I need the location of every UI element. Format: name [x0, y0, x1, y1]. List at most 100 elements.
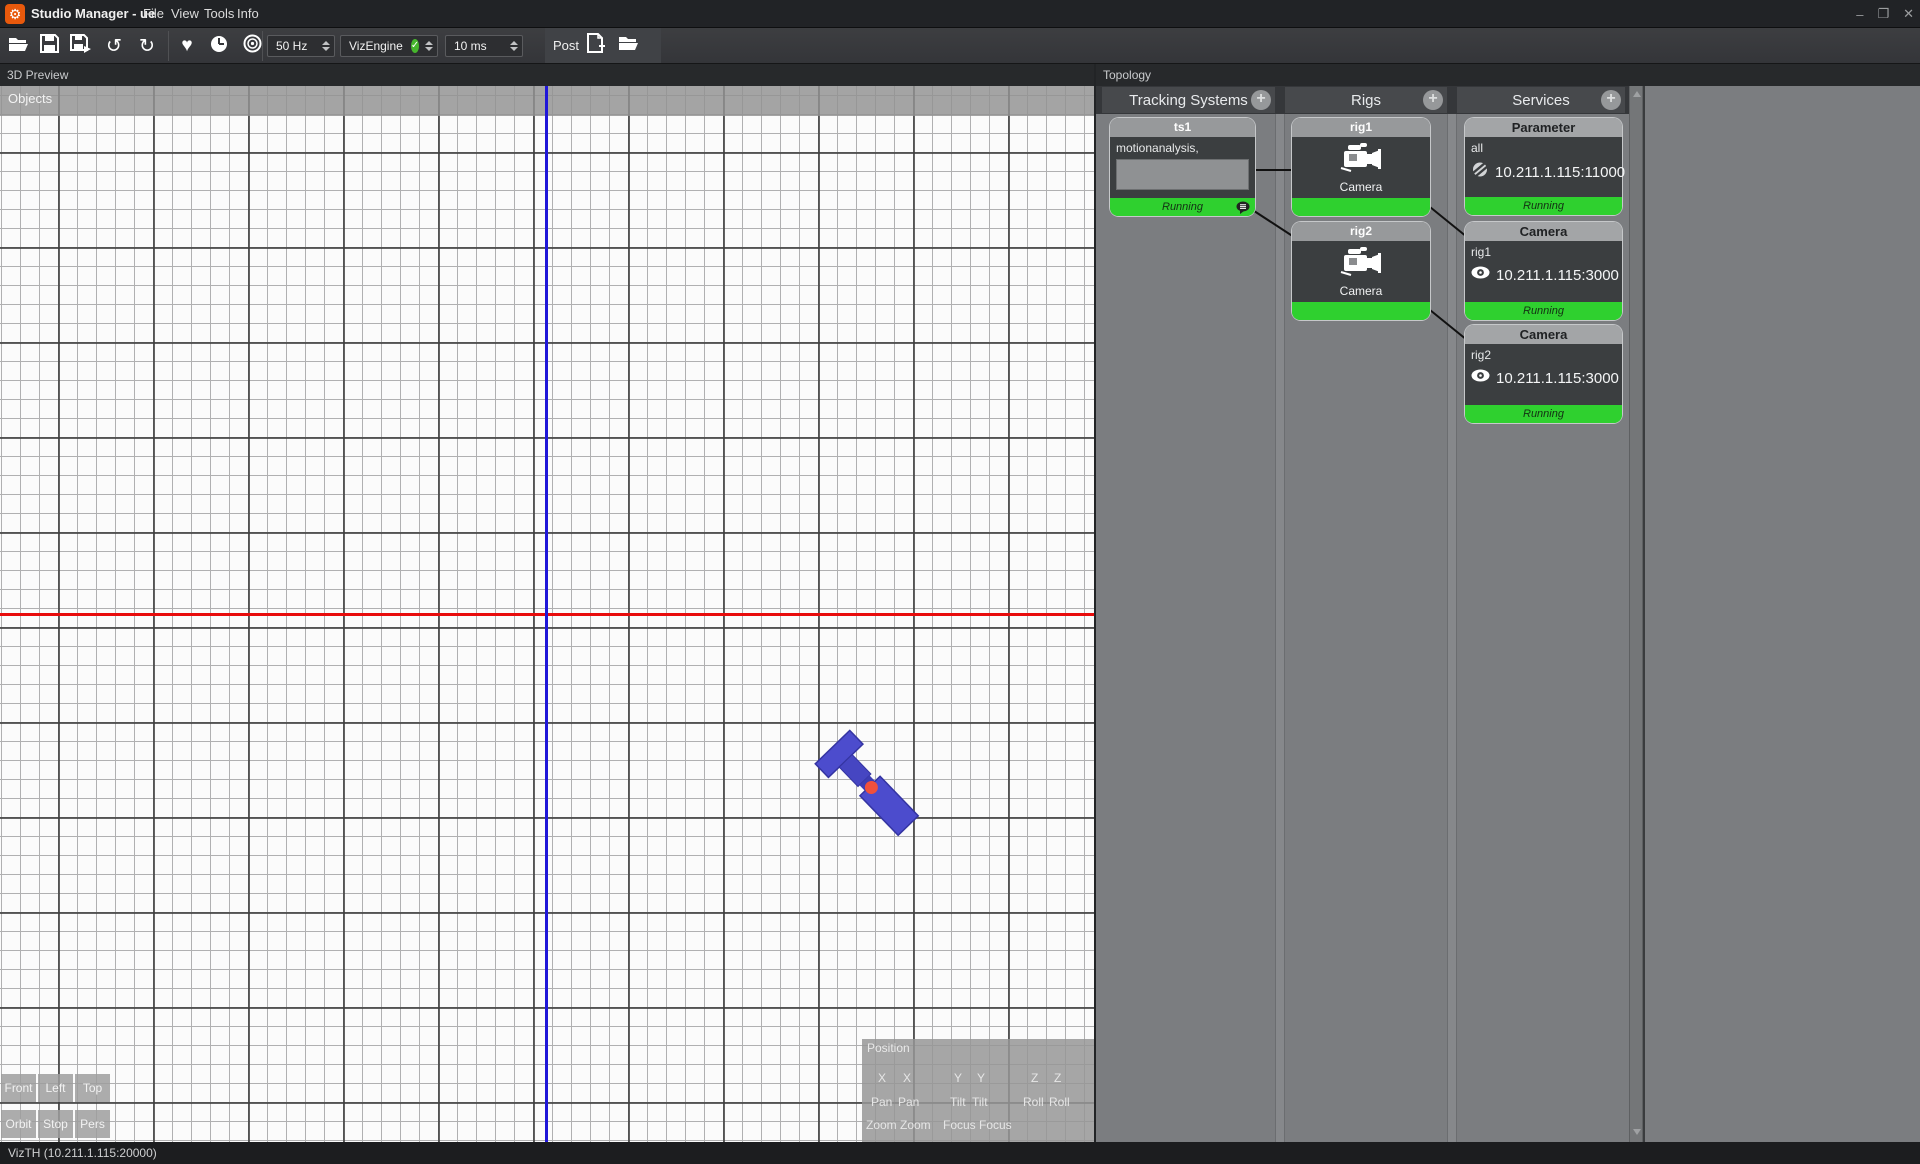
add-tracking-system-button[interactable]: +	[1251, 90, 1271, 110]
target-icon	[243, 34, 262, 58]
view-top-button[interactable]: Top	[75, 1074, 110, 1102]
new-document-icon	[587, 33, 605, 58]
view-pers-button[interactable]: Pers	[75, 1110, 110, 1138]
tilt-control[interactable]: Tilt	[972, 1095, 988, 1109]
menu-info[interactable]: Info	[231, 0, 265, 28]
rig-card-rig1[interactable]: rig1 Camera	[1292, 118, 1430, 216]
new-post-button[interactable]	[583, 31, 609, 59]
video-camera-icon	[1337, 142, 1385, 179]
status-bar-running: Running	[1465, 405, 1622, 423]
spinner-icon[interactable]	[425, 41, 433, 51]
engine-value: VizEngine	[349, 39, 403, 53]
open-project-button[interactable]	[5, 32, 31, 60]
tracking-config-field[interactable]	[1116, 159, 1249, 190]
status-text: Running	[1523, 200, 1564, 212]
pos-z-control[interactable]: Z	[1054, 1071, 1061, 1085]
status-bar-running: Running	[1465, 302, 1622, 320]
engine-select[interactable]: VizEngine ✓	[340, 35, 438, 57]
spinner-icon[interactable]	[322, 41, 330, 51]
card-title: Camera	[1465, 222, 1622, 241]
status-bar-running	[1292, 302, 1430, 320]
open-post-button[interactable]	[615, 31, 641, 59]
save-button[interactable]	[36, 32, 62, 60]
spinner-icon[interactable]	[510, 41, 518, 51]
zoom-control[interactable]: Zoom	[900, 1118, 931, 1132]
service-address: 10.211.1.115:3000	[1496, 267, 1619, 284]
timing-button[interactable]	[206, 32, 232, 60]
pan-control[interactable]: Pan	[898, 1095, 919, 1109]
service-card-camera-rig1[interactable]: Camera rig1 10.211.1.115:3000 Running	[1465, 222, 1622, 320]
view-front-button[interactable]: Front	[1, 1074, 36, 1102]
column-title: Rigs	[1351, 92, 1381, 109]
column-splitter[interactable]	[1275, 114, 1285, 1142]
add-service-button[interactable]: +	[1601, 90, 1621, 110]
roll-control[interactable]: Roll	[1049, 1095, 1070, 1109]
viewport-grid[interactable]: Objects Front	[0, 86, 1094, 1142]
status-text: Running	[1523, 408, 1564, 420]
panel-divider	[1643, 86, 1645, 1142]
column-tracking-systems: Tracking Systems +	[1102, 87, 1275, 113]
scroll-up-icon[interactable]	[1633, 91, 1641, 97]
service-card-parameter[interactable]: Parameter all 10.211.1.115:11000 Running	[1465, 118, 1622, 215]
add-rig-button[interactable]: +	[1423, 90, 1443, 110]
column-services: Services +	[1457, 87, 1625, 113]
service-target-label: all	[1471, 141, 1616, 155]
close-button[interactable]: ✕	[1903, 6, 1914, 22]
pos-x-control[interactable]: X	[903, 1071, 911, 1085]
card-title: ts1	[1110, 118, 1255, 137]
eye-icon	[1471, 266, 1490, 284]
minimize-button[interactable]: –	[1856, 7, 1863, 22]
toolbar-separator	[168, 31, 169, 61]
tilt-control[interactable]: Tilt	[950, 1095, 966, 1109]
refresh-button[interactable]: ↻	[134, 32, 160, 60]
app-logo-icon: ⚙	[5, 4, 25, 24]
focus-control[interactable]: Focus	[943, 1118, 976, 1132]
service-target-label: rig2	[1471, 348, 1616, 362]
pan-control[interactable]: Pan	[871, 1095, 892, 1109]
save-as-icon	[70, 34, 92, 59]
card-title: rig2	[1292, 222, 1430, 241]
objects-tab[interactable]: Objects	[8, 91, 52, 106]
health-button[interactable]: ♥	[174, 32, 200, 60]
service-card-camera-rig2[interactable]: Camera rig2 10.211.1.115:3000 Running	[1465, 325, 1622, 423]
tracking-system-card-ts1[interactable]: ts1 motionanalysis, Running	[1110, 118, 1255, 216]
toolbar-separator	[262, 31, 263, 61]
app-window: ⚙ Studio Manager - ue File View Tools In…	[0, 0, 1920, 1164]
topology-scrollbar[interactable]	[1629, 86, 1643, 1142]
save-as-button[interactable]	[68, 32, 94, 60]
axis-y-line	[545, 86, 548, 1142]
titlebar: ⚙ Studio Manager - ue File View Tools In…	[0, 0, 1920, 28]
view-button-row: Front Left Top	[1, 1074, 110, 1102]
restore-button[interactable]: ❐	[1877, 6, 1889, 22]
rig-card-rig2[interactable]: rig2 Camera	[1292, 222, 1430, 320]
roll-control[interactable]: Roll	[1023, 1095, 1044, 1109]
delay-select[interactable]: 10 ms	[445, 35, 523, 57]
toolbar: ↺ ↻ ♥ 50 Hz VizEngine ✓ 10 ms Post	[0, 28, 1920, 64]
status-bar-running: Running	[1110, 198, 1255, 216]
reset-button[interactable]: ↺	[101, 32, 127, 60]
heart-icon: ♥	[181, 35, 192, 57]
column-splitter[interactable]	[1447, 114, 1457, 1142]
pos-z-control[interactable]: Z	[1031, 1071, 1038, 1085]
view-stop-button[interactable]: Stop	[38, 1110, 73, 1138]
pos-y-control[interactable]: Y	[977, 1071, 985, 1085]
position-panel-title: Position	[867, 1041, 910, 1055]
zoom-control[interactable]: Zoom	[866, 1118, 897, 1132]
frequency-select[interactable]: 50 Hz	[267, 35, 335, 57]
focus-control[interactable]: Focus	[979, 1118, 1012, 1132]
status-bar-running	[1292, 198, 1430, 216]
rig-type-label: Camera	[1340, 180, 1383, 194]
card-title: Parameter	[1465, 118, 1622, 137]
pos-x-control[interactable]: X	[878, 1071, 886, 1085]
rotate-ccw-icon: ↺	[106, 35, 122, 58]
view-left-button[interactable]: Left	[38, 1074, 73, 1102]
camera-3d-object[interactable]	[800, 724, 950, 859]
scroll-down-icon[interactable]	[1633, 1129, 1641, 1135]
connection-status-text: VizTH (10.211.1.115:20000)	[8, 1146, 157, 1160]
eye-icon	[1471, 369, 1490, 387]
comment-bubble-icon[interactable]	[1236, 201, 1250, 214]
column-title: Tracking Systems	[1129, 92, 1248, 109]
pos-y-control[interactable]: Y	[954, 1071, 962, 1085]
service-target-label: rig1	[1471, 245, 1616, 259]
view-orbit-button[interactable]: Orbit	[1, 1110, 36, 1138]
